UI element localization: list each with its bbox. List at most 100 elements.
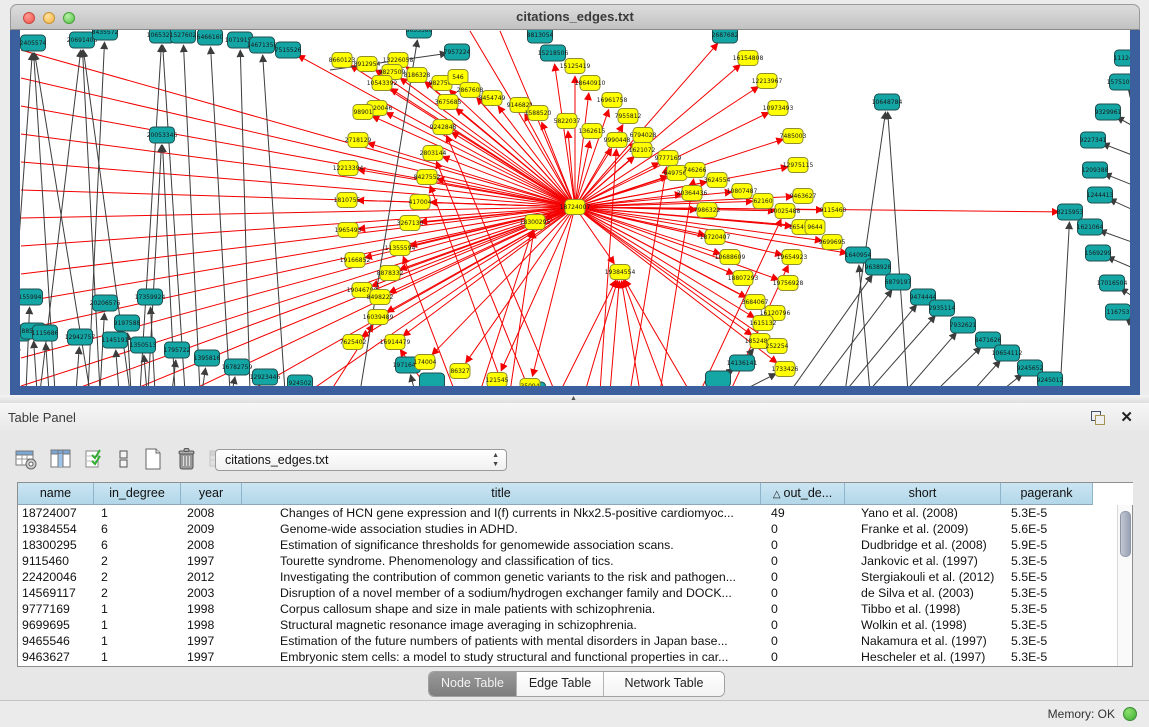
cell-short[interactable]: Nakamura et al. (1997) <box>845 633 1001 649</box>
cell-out_degree[interactable]: 49 <box>761 505 845 521</box>
splitter-collapse-icon[interactable]: ▲ <box>570 395 577 402</box>
cell-pagerank[interactable]: 5.3E-5 <box>1001 633 1093 649</box>
vertical-scrollbar[interactable] <box>1117 505 1132 666</box>
table-settings-icon[interactable] <box>14 447 38 476</box>
show-columns-icon[interactable] <box>49 447 73 476</box>
cell-out_degree[interactable]: 0 <box>761 521 845 537</box>
cell-name[interactable]: 9699695 <box>18 617 94 633</box>
tab-network-table[interactable]: Network Table <box>604 672 724 696</box>
cell-pagerank[interactable]: 5.6E-5 <box>1001 521 1093 537</box>
cell-short[interactable]: Dudbridge et al. (2008) <box>845 537 1001 553</box>
cell-out_degree[interactable]: 0 <box>761 617 845 633</box>
cell-out_degree[interactable]: 0 <box>761 585 845 601</box>
table-row[interactable]: 1830029562008Estimation of significance … <box>18 537 1118 553</box>
cell-pagerank[interactable]: 5.9E-5 <box>1001 537 1093 553</box>
cell-year[interactable]: 2012 <box>181 569 242 585</box>
cell-title[interactable]: Structural magnetic resonance image aver… <box>242 617 761 633</box>
column-header-year[interactable]: year <box>181 483 242 505</box>
new-table-icon[interactable] <box>142 446 164 477</box>
column-header-pagerank[interactable]: pagerank <box>1001 483 1093 505</box>
table-row[interactable]: 946362711997Embryonic stem cells: a mode… <box>18 649 1118 665</box>
cell-name[interactable]: 19384554 <box>18 521 94 537</box>
cell-out_degree[interactable]: 0 <box>761 633 845 649</box>
cell-short[interactable]: Hescheler et al. (1997) <box>845 649 1001 665</box>
cell-pagerank[interactable]: 5.3E-5 <box>1001 505 1093 521</box>
cell-title[interactable]: Tourette syndrome. Phenomenology and cla… <box>242 553 761 569</box>
column-header-title[interactable]: title <box>242 483 761 505</box>
tab-node-table[interactable]: Node Table <box>429 672 517 696</box>
cell-pagerank[interactable]: 5.3E-5 <box>1001 553 1093 569</box>
cell-name[interactable]: 14569117 <box>18 585 94 601</box>
column-header-out_degree[interactable]: △out_de... <box>761 483 845 505</box>
cell-short[interactable]: Jankovic et al. (1997) <box>845 553 1001 569</box>
cell-name[interactable]: 9463627 <box>18 649 94 665</box>
cell-in_degree[interactable]: 1 <box>94 617 181 633</box>
cell-year[interactable]: 2008 <box>181 537 242 553</box>
cell-in_degree[interactable]: 1 <box>94 505 181 521</box>
cell-pagerank[interactable]: 5.3E-5 <box>1001 601 1093 617</box>
cell-out_degree[interactable]: 0 <box>761 569 845 585</box>
cell-year[interactable]: 1997 <box>181 649 242 665</box>
table-row[interactable]: 969969511998Structural magnetic resonanc… <box>18 617 1118 633</box>
cell-in_degree[interactable]: 1 <box>94 633 181 649</box>
window-titlebar[interactable]: citations_edges.txt <box>10 4 1140 30</box>
cell-pagerank[interactable]: 5.3E-5 <box>1001 585 1093 601</box>
cell-title[interactable]: Corpus callosum shape and size in male p… <box>242 601 761 617</box>
close-panel-icon[interactable]: ✕ <box>1120 408 1133 426</box>
cell-in_degree[interactable]: 1 <box>94 649 181 665</box>
cell-year[interactable]: 1997 <box>181 633 242 649</box>
cell-short[interactable]: Stergiakouli et al. (2012) <box>845 569 1001 585</box>
cell-pagerank[interactable]: 5.5E-5 <box>1001 569 1093 585</box>
cell-year[interactable]: 1998 <box>181 617 242 633</box>
cell-title[interactable]: Investigating the contribution of common… <box>242 569 761 585</box>
cell-name[interactable]: 18300295 <box>18 537 94 553</box>
cell-out_degree[interactable]: 0 <box>761 649 845 665</box>
cell-name[interactable]: 18724007 <box>18 505 94 521</box>
cell-year[interactable]: 2003 <box>181 585 242 601</box>
table-row[interactable]: 1872400712008Changes of HCN gene express… <box>18 505 1118 521</box>
cell-in_degree[interactable]: 6 <box>94 537 181 553</box>
cell-out_degree[interactable]: 0 <box>761 601 845 617</box>
table-row[interactable]: 977716911998Corpus callosum shape and si… <box>18 601 1118 617</box>
cell-out_degree[interactable]: 0 <box>761 553 845 569</box>
cell-out_degree[interactable]: 0 <box>761 537 845 553</box>
cell-year[interactable]: 2009 <box>181 521 242 537</box>
cell-title[interactable]: Embryonic stem cells: a model to study s… <box>242 649 761 665</box>
table-selector-dropdown[interactable]: citations_edges.txt ▲▼ <box>215 449 507 471</box>
select-rows-icon[interactable] <box>84 447 106 476</box>
table-row[interactable]: 1938455462009Genome-wide association stu… <box>18 521 1118 537</box>
cell-name[interactable]: 9465546 <box>18 633 94 649</box>
cell-year[interactable]: 1998 <box>181 601 242 617</box>
table-row[interactable]: 911546021997Tourette syndrome. Phenomeno… <box>18 553 1118 569</box>
cell-short[interactable]: Wolkin et al. (1998) <box>845 617 1001 633</box>
cell-name[interactable]: 9777169 <box>18 601 94 617</box>
column-header-name[interactable]: name <box>18 483 94 505</box>
table-row[interactable]: 1456911722003Disruption of a novel membe… <box>18 585 1118 601</box>
cell-in_degree[interactable]: 1 <box>94 601 181 617</box>
cell-name[interactable]: 9115460 <box>18 553 94 569</box>
cell-year[interactable]: 2008 <box>181 505 242 521</box>
scrollbar-thumb[interactable] <box>1120 511 1131 557</box>
cell-title[interactable]: Disruption of a novel member of a sodium… <box>242 585 761 601</box>
cell-short[interactable]: de Silva et al. (2003) <box>845 585 1001 601</box>
cell-in_degree[interactable]: 2 <box>94 553 181 569</box>
network-canvas[interactable]: 1872400724055742069140684355721065328715… <box>20 30 1130 386</box>
cell-title[interactable]: Changes of HCN gene expression and I(f) … <box>242 505 761 521</box>
float-panel-icon[interactable] <box>1091 411 1105 424</box>
cell-in_degree[interactable]: 6 <box>94 521 181 537</box>
cell-short[interactable]: Franke et al. (2009) <box>845 521 1001 537</box>
column-header-short[interactable]: short <box>845 483 1001 505</box>
table-row[interactable]: 946554611997Estimation of the future num… <box>18 633 1118 649</box>
cell-title[interactable]: Estimation of significance thresholds fo… <box>242 537 761 553</box>
cell-title[interactable]: Estimation of the future numbers of pati… <box>242 633 761 649</box>
column-header-in_degree[interactable]: in_degree <box>94 483 181 505</box>
cell-title[interactable]: Genome-wide association studies in ADHD. <box>242 521 761 537</box>
tab-edge-table[interactable]: Edge Table <box>517 672 604 696</box>
delete-table-icon[interactable] <box>175 446 197 477</box>
row-height-icon[interactable] <box>117 447 131 476</box>
cell-pagerank[interactable]: 5.3E-5 <box>1001 617 1093 633</box>
table-row[interactable]: 2242004622012Investigating the contribut… <box>18 569 1118 585</box>
cell-pagerank[interactable]: 5.3E-5 <box>1001 649 1093 665</box>
cell-in_degree[interactable]: 2 <box>94 585 181 601</box>
cell-short[interactable]: Yano et al. (2008) <box>845 505 1001 521</box>
